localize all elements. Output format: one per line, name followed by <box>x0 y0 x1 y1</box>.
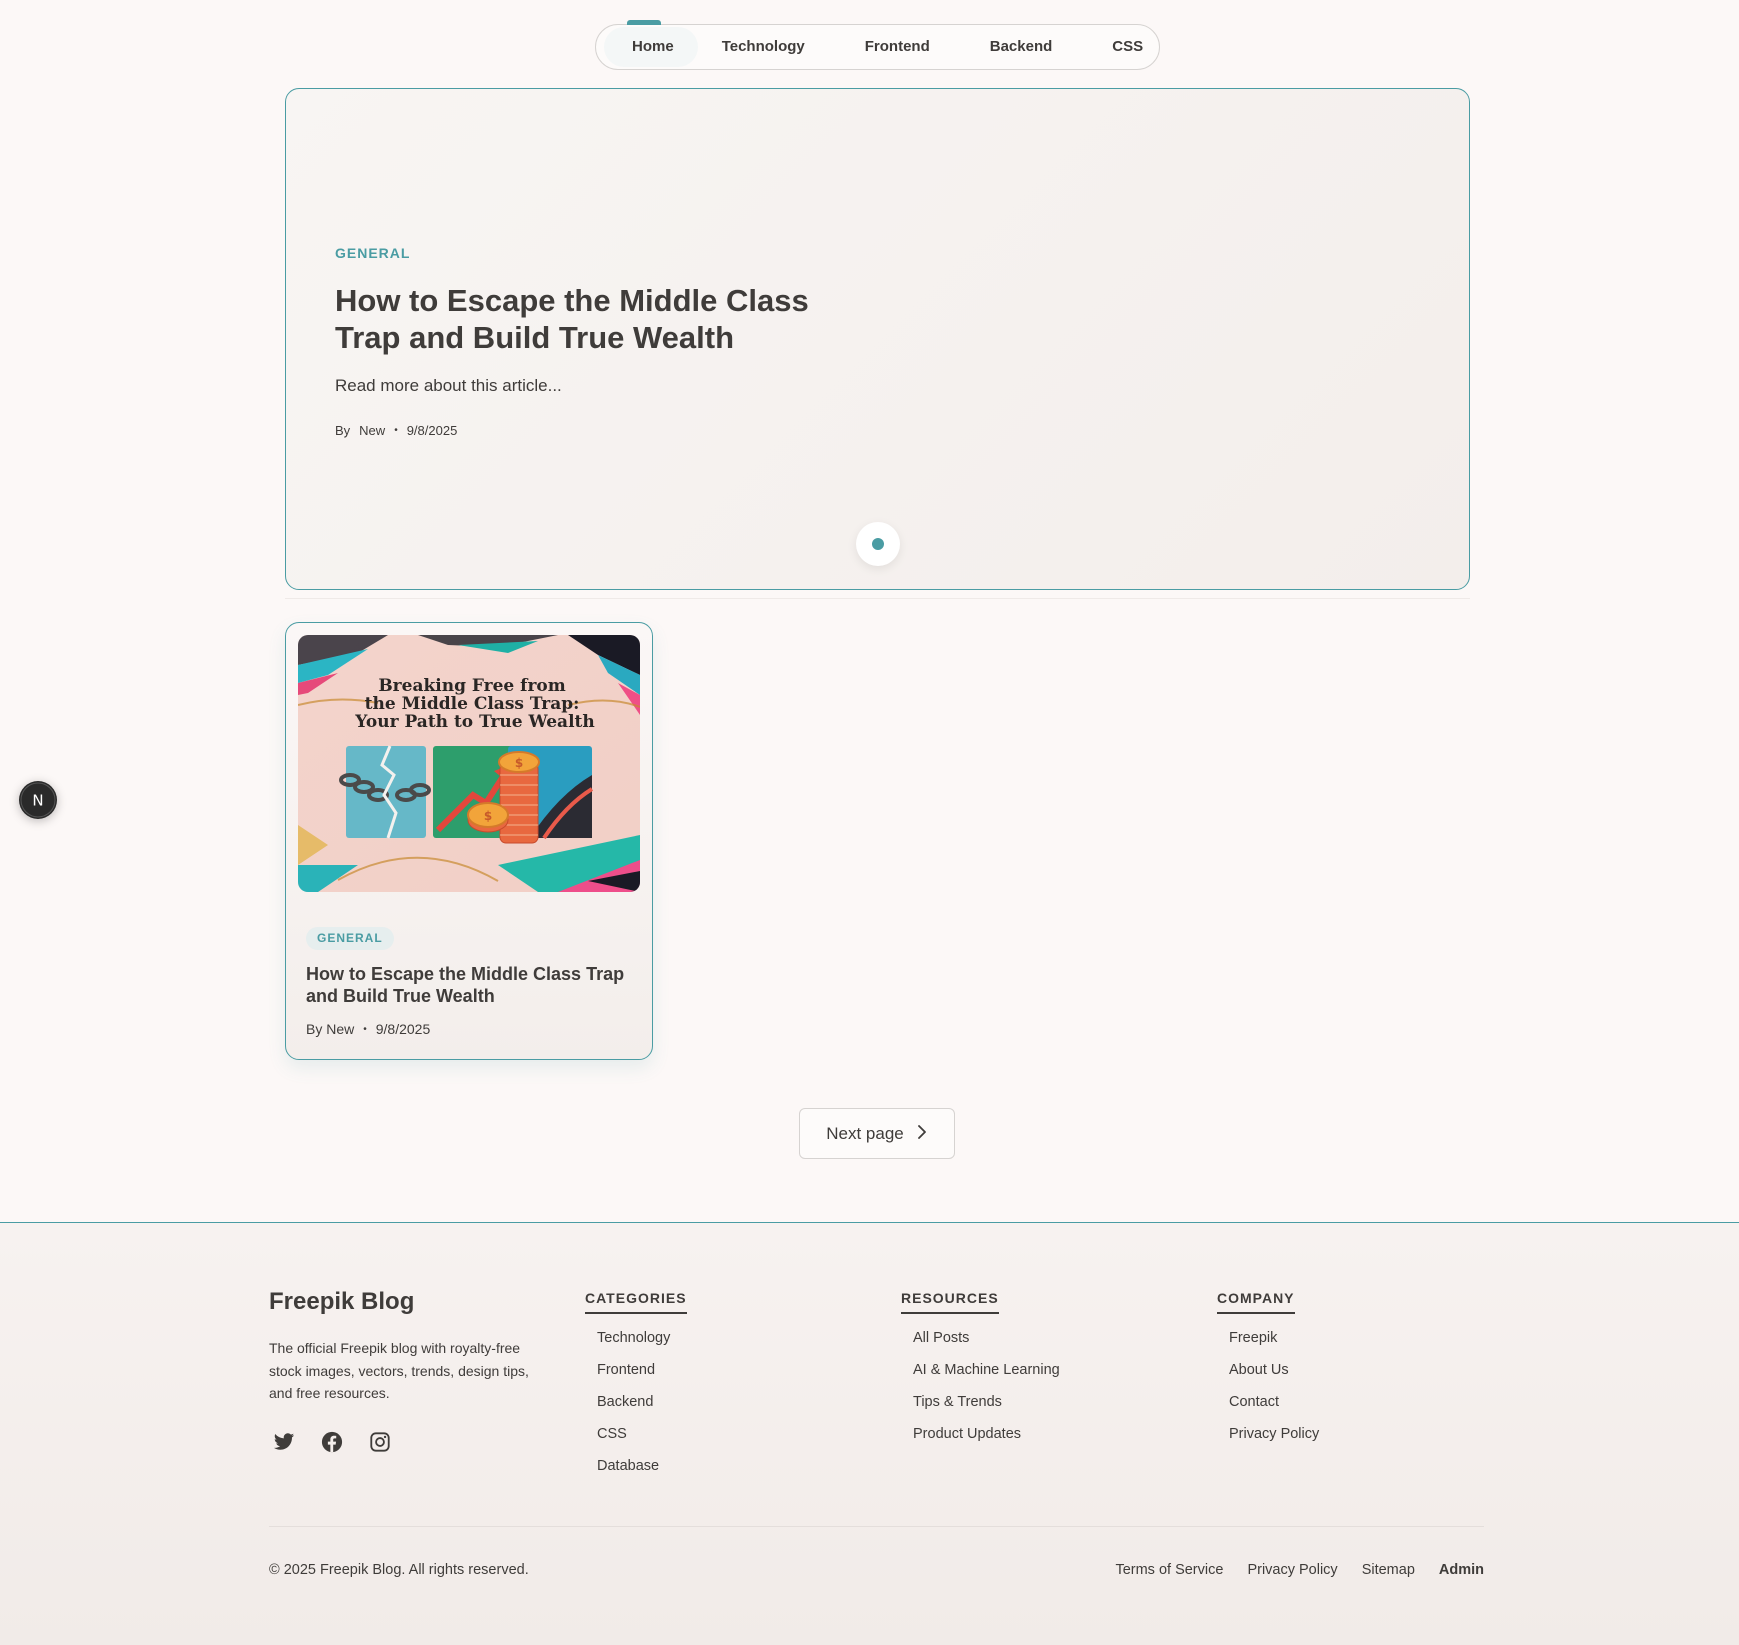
footer-link-contact[interactable]: Contact <box>1229 1393 1319 1425</box>
footer-link-backend[interactable]: Backend <box>597 1393 687 1425</box>
thumbnail-headline-line-1: Breaking Free from <box>378 676 565 696</box>
chevron-right-icon <box>916 1124 928 1144</box>
post-card-date: 9/8/2025 <box>375 1021 431 1037</box>
svg-text:N: N <box>32 792 43 810</box>
footer-link-all-posts[interactable]: All Posts <box>913 1329 1060 1361</box>
footer-copyright: © 2025 Freepik Blog. All rights reserved… <box>269 1562 529 1578</box>
n-logo-icon: N <box>20 782 56 818</box>
footer-link-css[interactable]: CSS <box>597 1425 687 1457</box>
next-page-label: Next page <box>826 1123 904 1143</box>
footer-divider <box>269 1526 1484 1527</box>
post-card-meta-separator: • <box>363 1023 367 1035</box>
post-card-category-badge[interactable]: GENERAL <box>306 927 394 950</box>
footer-bottom-links: Terms of Service Privacy Policy Sitemap … <box>1115 1562 1484 1578</box>
hero-by-label: By <box>335 423 351 438</box>
footer-heading-resources: RESOURCES <box>901 1290 999 1314</box>
twitter-icon[interactable] <box>273 1431 295 1453</box>
footer-sitemap-link[interactable]: Sitemap <box>1362 1562 1415 1578</box>
featured-post-hero[interactable]: GENERAL How to Escape the Middle Class T… <box>285 88 1470 590</box>
footer-terms-link[interactable]: Terms of Service <box>1115 1562 1223 1578</box>
post-card[interactable]: $ $ Breaking Free from the Middle Class … <box>285 622 653 1060</box>
nav-active-indicator <box>627 20 661 25</box>
footer-description: The official Freepik blog with royalty-f… <box>269 1340 529 1401</box>
post-card-image[interactable]: $ $ Breaking Free from the Middle Class … <box>298 635 640 892</box>
footer-link-technology[interactable]: Technology <box>597 1329 687 1361</box>
footer-column-resources: RESOURCES All Posts AI & Machine Learnin… <box>901 1290 1060 1457</box>
hero-meta-separator: • <box>394 425 398 436</box>
post-card-author: By New <box>306 1021 355 1037</box>
nav-item-css[interactable]: CSS <box>1082 27 1171 67</box>
footer-link-product-updates[interactable]: Product Updates <box>913 1425 1060 1457</box>
footer-heading-categories: CATEGORIES <box>585 1290 687 1314</box>
nav-item-frontend[interactable]: Frontend <box>835 27 960 67</box>
hero-slide-indicator[interactable] <box>856 522 900 566</box>
footer-heading-company: COMPANY <box>1217 1290 1295 1314</box>
slide-dot-active[interactable] <box>872 538 884 550</box>
nav-item-backend[interactable]: Backend <box>960 27 1083 67</box>
post-card-title[interactable]: How to Escape the Middle Class Trap and … <box>306 963 636 1007</box>
hero-category: GENERAL <box>335 245 411 261</box>
footer-column-categories: CATEGORIES Technology Frontend Backend C… <box>585 1290 687 1489</box>
footer-link-tips-trends[interactable]: Tips & Trends <box>913 1393 1060 1425</box>
site-footer: Freepik Blog The official Freepik blog w… <box>0 1222 1739 1645</box>
footer-link-ai-ml[interactable]: AI & Machine Learning <box>913 1361 1060 1393</box>
footer-link-about-us[interactable]: About Us <box>1229 1361 1319 1393</box>
footer-link-frontend[interactable]: Frontend <box>597 1361 687 1393</box>
next-page-button[interactable]: Next page <box>799 1108 955 1159</box>
footer-column-company: COMPANY Freepik About Us Contact Privacy… <box>1217 1290 1319 1457</box>
footer-social-links <box>273 1431 391 1453</box>
hero-author: New <box>359 423 386 438</box>
hero-meta: By New • 9/8/2025 <box>335 423 457 438</box>
footer-link-privacy-policy[interactable]: Privacy Policy <box>1229 1425 1319 1457</box>
post-thumbnail-illustration: $ $ Breaking Free from the Middle Class … <box>298 635 640 892</box>
footer-privacy-link[interactable]: Privacy Policy <box>1247 1562 1337 1578</box>
svg-text:Breaking Free from the: Breaking Free from the Middle Class Trap… <box>354 676 595 732</box>
instagram-icon[interactable] <box>369 1431 391 1453</box>
facebook-icon[interactable] <box>321 1431 343 1453</box>
svg-text:$: $ <box>484 809 492 823</box>
nextjs-dev-badge[interactable]: N <box>19 781 57 819</box>
svg-text:$: $ <box>515 756 523 770</box>
post-card-meta: By New • 9/8/2025 <box>306 1021 430 1037</box>
footer-link-database[interactable]: Database <box>597 1457 687 1489</box>
thumbnail-headline-line-2: the Middle Class Trap: <box>365 694 580 714</box>
hero-excerpt: Read more about this article... <box>335 376 562 395</box>
nav-item-technology[interactable]: Technology <box>698 27 835 67</box>
hero-title[interactable]: How to Escape the Middle Class Trap and … <box>335 282 855 356</box>
footer-admin-link[interactable]: Admin <box>1439 1562 1484 1578</box>
footer-brand[interactable]: Freepik Blog <box>269 1288 414 1316</box>
thumbnail-headline-line-3: Your Path to True Wealth <box>354 712 595 732</box>
section-divider <box>285 598 1470 599</box>
hero-date: 9/8/2025 <box>406 423 458 438</box>
footer-link-freepik[interactable]: Freepik <box>1229 1329 1319 1361</box>
main-nav: Home Technology Frontend Backend CSS <box>595 20 1160 70</box>
nav-item-home[interactable]: Home <box>604 27 698 67</box>
